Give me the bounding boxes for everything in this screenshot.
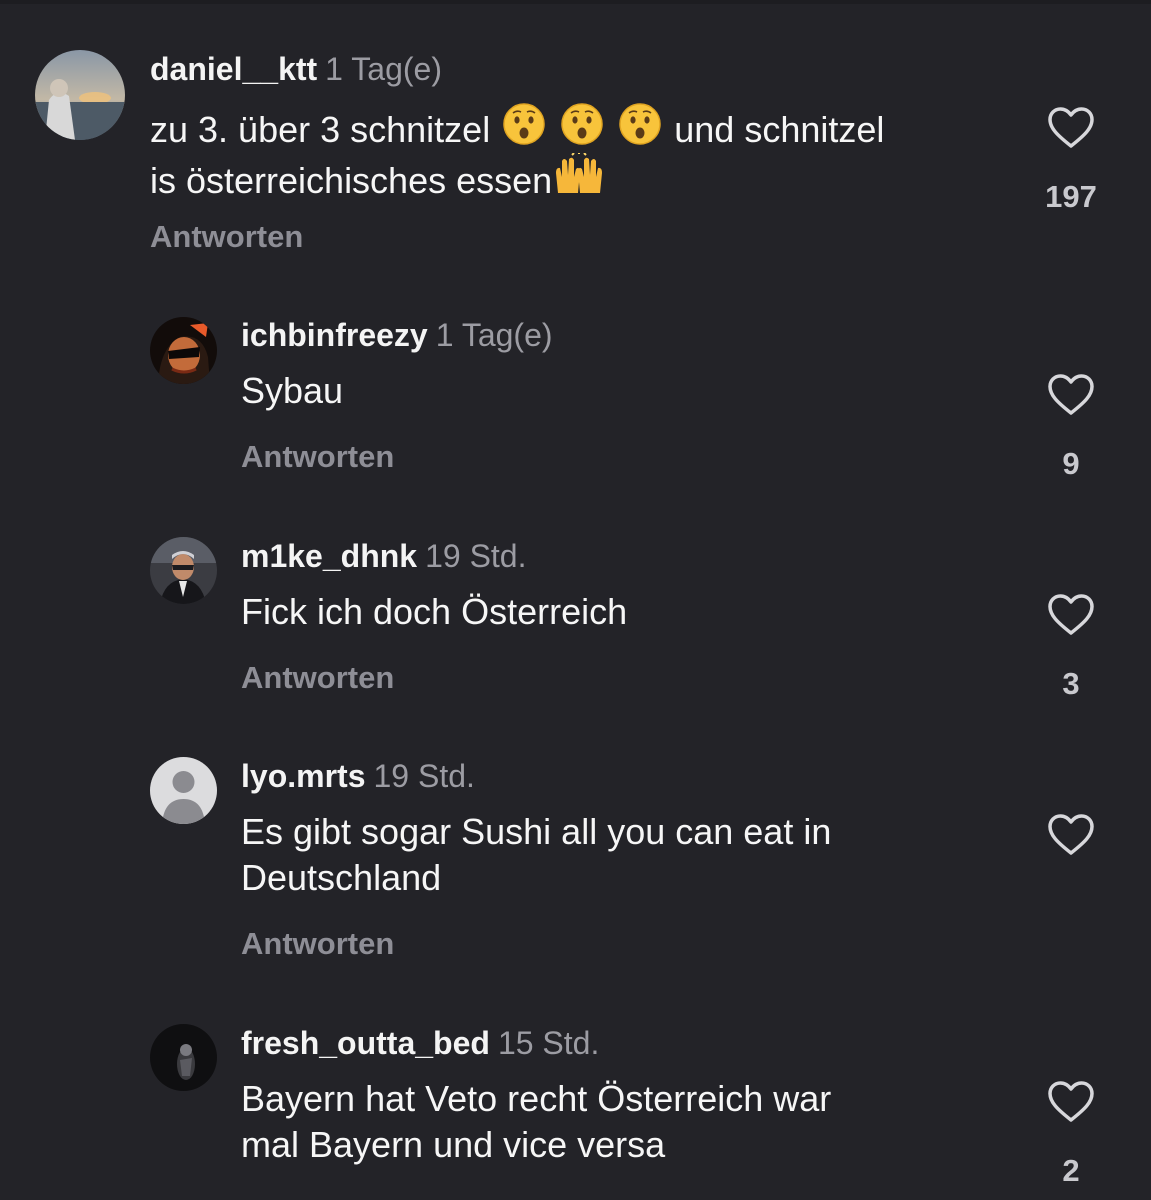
raising-hands-emoji-icon [552,153,606,197]
hushed-face-emoji-icon [500,102,548,146]
avatar[interactable] [150,1024,217,1091]
timestamp: 1 Tag(e) [325,51,442,87]
default-avatar-icon[interactable] [150,757,217,824]
comment-fresh: fresh_outta_bed 15 Std. Bayern hat Veto r… [0,997,1151,1200]
comment-daniel: daniel__ktt 1 Tag(e) zu 3. über 3 schnitz… [0,0,1151,260]
heart-outline-icon[interactable] [1047,1080,1095,1124]
reply-button[interactable]: Antworten [150,217,303,257]
comment-lyo: lyo.mrts 19 Std. Es gibt sogar Sushi all … [0,730,1151,980]
username[interactable]: m1ke_dhnk [241,538,417,574]
like-count: 2 [1062,1153,1080,1188]
comment-header: fresh_outta_bed 15 Std. [241,1023,599,1063]
hushed-face-emoji-icon [558,102,606,146]
comment-header: daniel__ktt 1 Tag(e) [150,49,442,89]
comment-ichbinfreezy: ichbinfreezy 1 Tag(e) Sybau Antworten 9 [0,290,1151,500]
avatar[interactable] [35,50,125,140]
comment-text: zu 3. über 3 schnitzel und schnitzel is … [150,102,980,204]
like-count: 9 [1062,446,1080,481]
like-count: 197 [1045,179,1097,214]
timestamp: 1 Tag(e) [435,317,553,353]
username[interactable]: daniel__ktt [150,51,317,87]
username[interactable]: lyo.mrts [241,758,365,794]
avatar[interactable] [150,317,217,384]
username[interactable]: ichbinfreezy [241,317,428,353]
comment-text: Es gibt sogar Sushi all you can eat in D… [241,811,832,898]
like-count: 3 [1062,666,1080,701]
reply-button[interactable]: Antworten [241,924,394,964]
comment-text: Fick ich doch Österreich [241,591,628,632]
comment-header: lyo.mrts 19 Std. [241,756,475,796]
comment-header: m1ke_dhnk 19 Std. [241,536,526,576]
heart-outline-icon[interactable] [1047,813,1095,857]
username[interactable]: fresh_outta_bed [241,1025,490,1061]
reply-button[interactable]: Antworten [241,437,394,477]
hushed-face-emoji-icon [616,102,664,146]
heart-outline-icon[interactable] [1047,373,1095,417]
reply-button[interactable]: Antworten [241,658,394,698]
comment-text: Sybau [241,370,344,411]
avatar[interactable] [150,537,217,604]
comment-text: Bayern hat Veto recht Österreich war mal… [241,1078,832,1165]
timestamp: 15 Std. [497,1025,600,1061]
comment-header: ichbinfreezy 1 Tag(e) [241,315,553,355]
timestamp: 19 Std. [373,758,475,794]
heart-outline-icon[interactable] [1047,106,1095,150]
timestamp: 19 Std. [425,538,527,574]
comment-m1ke: m1ke_dhnk 19 Std. Fick ich doch Österreic… [0,510,1151,720]
heart-outline-icon[interactable] [1047,593,1095,637]
